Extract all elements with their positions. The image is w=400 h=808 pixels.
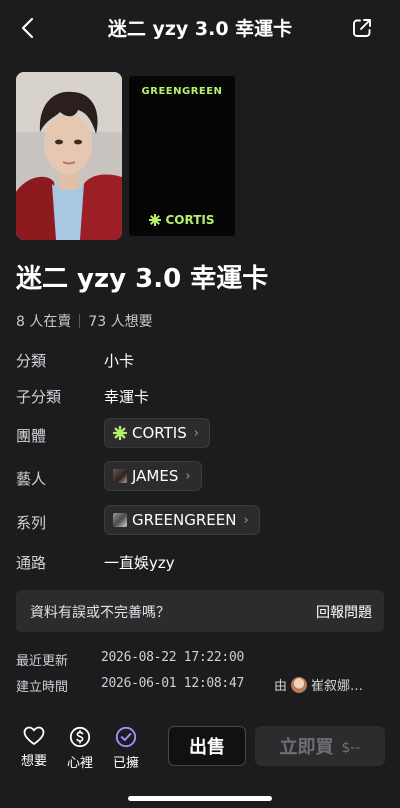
series-chip[interactable]: GREENGREEN › (104, 505, 260, 535)
creator-name: 崔叙娜… (311, 679, 364, 694)
listing-stats: 8 人在賣 73 人想要 (16, 311, 153, 331)
bottom-action-bar: 想要 心裡 已擁 出售 立即買 $-- (0, 716, 400, 808)
created-value: 2026-06-01 12:08:47 (101, 676, 245, 691)
want-button[interactable]: 想要 (14, 726, 54, 769)
chevron-left-icon (21, 17, 34, 39)
updated-value: 2026-08-22 17:22:00 (101, 650, 245, 665)
updated-label: 最近更新 (16, 654, 69, 669)
chevron-right-icon: › (243, 512, 249, 528)
header: 迷二 yzy 3.0 幸運卡 (0, 0, 400, 56)
page-title: 迷二 yzy 3.0 幸運卡 (107, 18, 293, 40)
subcategory-label: 子分類 (16, 388, 62, 406)
wanters-count[interactable]: 73 人想要 (88, 311, 152, 331)
back-button[interactable] (12, 12, 44, 44)
owned-label: 已擁 (112, 756, 139, 771)
series-label: 系列 (16, 514, 47, 532)
buy-price: $-- (341, 740, 361, 756)
dollar-circle-icon (69, 726, 91, 748)
buy-now-button[interactable]: 立即買 $-- (255, 726, 385, 766)
heart-icon (23, 726, 45, 745)
buy-now-label: 立即買 (279, 737, 334, 758)
card-back-logo: CORTIS (129, 213, 235, 227)
series-value: GREENGREEN (132, 511, 237, 529)
series-thumbnail-icon (113, 513, 127, 527)
divider (79, 314, 81, 328)
group-value: CORTIS (132, 424, 187, 442)
category-label: 分類 (16, 352, 47, 370)
sellers-count[interactable]: 8 人在賣 (16, 311, 71, 331)
mind-button[interactable]: 心裡 (60, 726, 100, 771)
sell-button[interactable]: 出售 (168, 726, 246, 766)
mind-label: 心裡 (66, 756, 93, 771)
want-label: 想要 (20, 754, 47, 769)
category-value: 小卡 (104, 352, 135, 370)
card-front-photo[interactable] (16, 72, 122, 240)
share-button[interactable] (348, 14, 376, 42)
share-icon (353, 19, 371, 37)
chevron-right-icon: › (193, 425, 199, 441)
owned-button[interactable]: 已擁 (106, 726, 146, 771)
channel-value: 一直娛yzy (104, 554, 175, 572)
artist-thumbnail-icon (113, 469, 127, 483)
card-back-group-text: CORTIS (165, 213, 215, 227)
creator-avatar (291, 676, 308, 693)
product-title: 迷二 yzy 3.0 幸運卡 (16, 264, 269, 294)
group-chip[interactable]: CORTIS › (104, 418, 210, 448)
card-back-photo[interactable]: GREENGREEN CORTIS (129, 76, 235, 236)
sell-label: 出售 (189, 737, 225, 758)
group-label: 團體 (16, 427, 47, 445)
artist-value: JAMES (132, 467, 179, 485)
channel-label: 通路 (16, 554, 47, 572)
card-back-series-text: GREENGREEN (141, 86, 223, 97)
report-issue-banner[interactable]: 資料有誤或不完善嗎？ 回報問題 (16, 590, 384, 632)
creator-info[interactable]: 由 崔叙娜… (274, 675, 363, 694)
cortis-logo-icon (113, 426, 127, 440)
chevron-right-icon: › (185, 468, 191, 484)
artist-label: 藝人 (16, 470, 47, 488)
report-issue-link[interactable]: 回報問題 (316, 602, 372, 622)
cortis-logo-icon (149, 214, 162, 226)
creator-prefix: 由 (274, 679, 288, 694)
check-circle-icon (115, 726, 137, 748)
artist-chip[interactable]: JAMES › (104, 461, 202, 491)
created-label: 建立時間 (16, 680, 69, 695)
report-question: 資料有誤或不完善嗎？ (30, 605, 170, 621)
subcategory-value: 幸運卡 (104, 388, 150, 406)
portrait-image (16, 72, 122, 240)
home-indicator[interactable] (128, 796, 272, 801)
